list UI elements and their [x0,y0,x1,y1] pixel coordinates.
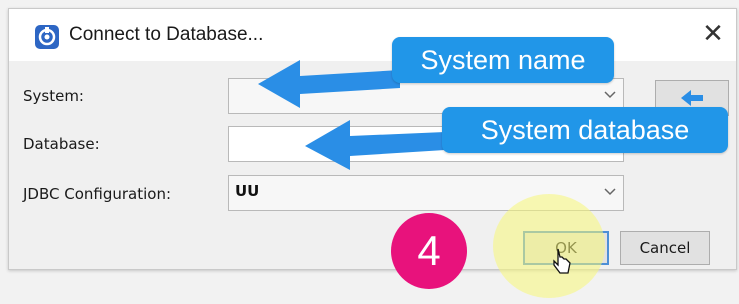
cancel-button[interactable]: Cancel [620,231,710,265]
step-number-badge: 4 [391,213,467,289]
callout-system-name: System name [392,37,614,83]
chevron-down-icon[interactable] [603,184,617,198]
database-connection-icon [35,25,59,49]
ok-highlight-circle [493,194,605,298]
title-bar: Connect to Database... ✕ [9,9,736,61]
callout-system-database: System database [442,107,728,153]
system-label: System: [23,87,84,105]
arrow-left-icon [681,90,703,106]
mouse-cursor-icon [553,248,571,274]
chevron-down-icon[interactable] [603,87,617,101]
jdbc-configuration-label: JDBC Configuration: [23,185,172,203]
close-button[interactable]: ✕ [695,16,731,52]
close-icon: ✕ [702,19,724,49]
jdbc-configuration-value: UU [235,182,260,200]
database-label: Database: [23,135,100,153]
dialog-title: Connect to Database... [69,24,264,45]
